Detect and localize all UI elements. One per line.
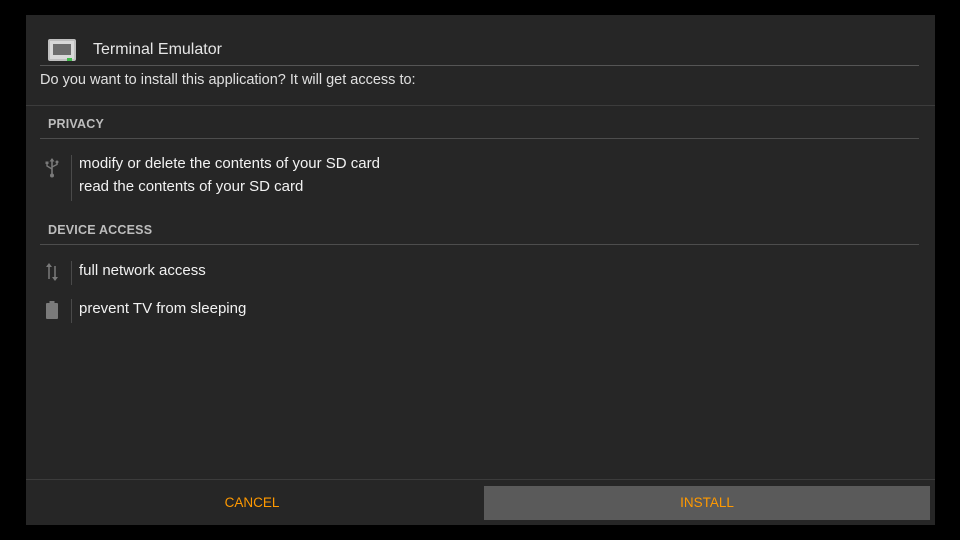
app-title: Terminal Emulator [93,41,222,58]
section-divider [40,138,919,139]
permission-text: read the contents of your SD card [79,178,304,195]
install-dialog: Terminal Emulator Do you want to install… [26,15,935,525]
battery-icon [44,300,60,320]
terminal-app-icon [48,39,76,61]
permission-divider [71,261,72,285]
section-title-device-access: DEVICE ACCESS [48,223,153,237]
permission-text: modify or delete the contents of your SD… [79,155,380,172]
network-arrows-icon [44,262,60,282]
install-prompt: Do you want to install this application?… [40,72,416,88]
prompt-divider [26,105,935,106]
usb-icon [44,158,60,178]
section-title-privacy: PRIVACY [48,117,105,131]
cancel-button[interactable]: CANCEL [26,486,478,520]
install-button[interactable]: INSTALL [484,486,930,520]
permission-divider [71,155,72,201]
permission-divider [71,299,72,323]
permission-group-network: full network access [26,259,935,285]
header-divider [40,65,919,66]
permission-group-storage: modify or delete the contents of your SD… [26,152,935,202]
permission-group-power: prevent TV from sleeping [26,297,935,323]
permission-text: prevent TV from sleeping [79,300,247,317]
dialog-header: Terminal Emulator [26,15,935,65]
footer-divider [26,479,935,480]
permission-text: full network access [79,262,206,279]
section-divider [40,244,919,245]
